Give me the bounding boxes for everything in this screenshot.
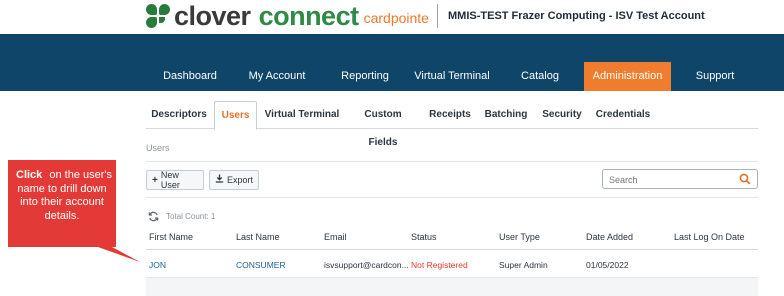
clover-connect-logo[interactable]: clover connect cardpointe xyxy=(146,1,429,31)
download-icon xyxy=(215,174,224,186)
tab-receipts[interactable]: Receipts xyxy=(426,101,474,129)
search-icon[interactable] xyxy=(739,173,751,185)
new-user-label: New User xyxy=(160,170,180,190)
export-label: Export xyxy=(227,175,254,185)
nav-item-catalog[interactable]: Catalog xyxy=(512,62,568,91)
user-type: Super Admin xyxy=(499,260,548,270)
logo-text-clover: clover xyxy=(174,0,251,31)
nav-item-dashboard[interactable]: Dashboard xyxy=(154,62,226,91)
column-header-status[interactable]: Status xyxy=(411,232,437,242)
total-count: Total Count: 1 xyxy=(166,211,216,221)
tab-batching[interactable]: Batching xyxy=(482,101,530,129)
section-title: Users xyxy=(146,143,170,153)
logo-text-cardpointe: cardpointe xyxy=(363,10,429,26)
nav-item-my-account[interactable]: My Account xyxy=(240,62,314,91)
account-name: MMIS-TEST Frazer Computing - ISV Test Ac… xyxy=(448,10,705,22)
admin-subtabs: Descriptors Users Virtual Terminal Custo… xyxy=(146,101,758,148)
logo-text-connect: connect xyxy=(258,0,360,31)
tab-custom-fields[interactable]: Custom Fields xyxy=(349,101,417,148)
users-table-header: First Name Last Name Email Status User T… xyxy=(146,226,758,250)
main-nav: Dashboard My Account Reporting Virtual T… xyxy=(0,34,784,91)
tab-security[interactable]: Security xyxy=(538,101,586,129)
column-header-user-type[interactable]: User Type xyxy=(499,232,540,242)
nav-item-virtual-terminal[interactable]: Virtual Terminal xyxy=(411,62,493,91)
search-field xyxy=(602,169,758,189)
total-count-row: Total Count: 1 xyxy=(148,210,215,222)
tab-users[interactable]: Users xyxy=(214,101,257,130)
column-header-last-name[interactable]: Last Name xyxy=(236,232,280,242)
header-divider xyxy=(437,4,438,28)
column-header-date-added[interactable]: Date Added xyxy=(586,232,633,242)
page: clover connect cardpointe MMIS-TEST Fraz… xyxy=(0,0,784,296)
callout-click-label: Click xyxy=(12,169,47,183)
tab-credentials[interactable]: Credentials xyxy=(593,101,653,129)
column-header-email[interactable]: Email xyxy=(324,232,347,242)
column-header-last-log-on[interactable]: Last Log On Date xyxy=(674,232,745,242)
nav-item-support[interactable]: Support xyxy=(686,62,744,91)
refresh-icon[interactable] xyxy=(148,211,159,222)
user-first-name-link[interactable]: JON xyxy=(149,260,166,270)
column-header-first-name[interactable]: First Name xyxy=(149,232,193,242)
callout-text: Click on the user's name to drill down i… xyxy=(8,163,116,247)
new-user-button[interactable]: + New User xyxy=(146,170,204,190)
table-footer-area xyxy=(146,278,758,296)
divider xyxy=(146,161,758,162)
user-last-name-link[interactable]: CONSUMER xyxy=(236,260,286,270)
export-button[interactable]: Export xyxy=(209,170,259,190)
divider xyxy=(146,197,758,198)
table-row[interactable]: JON CONSUMER isvsupport@cardcon... Not R… xyxy=(146,251,758,278)
clover-logo-icon xyxy=(146,4,170,28)
user-email: isvsupport@cardcon... xyxy=(324,260,409,270)
tab-virtual-terminal[interactable]: Virtual Terminal xyxy=(260,101,344,129)
nav-item-reporting[interactable]: Reporting xyxy=(332,62,398,91)
user-status: Not Registered xyxy=(411,260,468,270)
plus-icon: + xyxy=(152,174,158,186)
tab-descriptors[interactable]: Descriptors xyxy=(146,101,212,129)
nav-item-administration[interactable]: Administration xyxy=(584,62,671,91)
user-date-added: 01/05/2022 xyxy=(586,260,629,270)
header: clover connect cardpointe MMIS-TEST Fraz… xyxy=(0,0,784,34)
search-input[interactable] xyxy=(603,171,733,189)
